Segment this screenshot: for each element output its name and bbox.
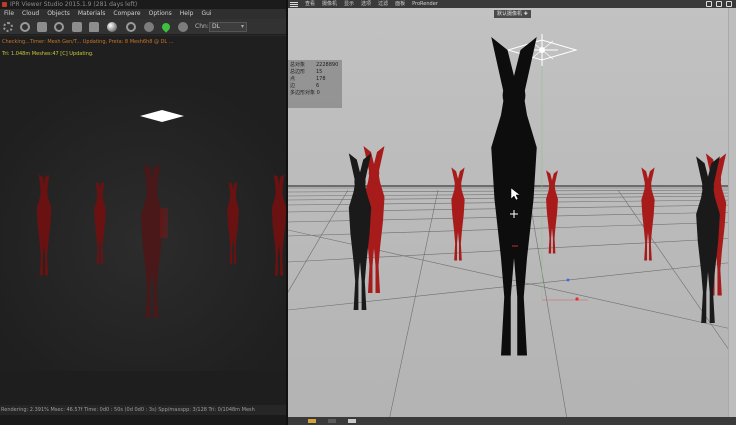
hud-row: 多边形对象 0 <box>290 90 320 96</box>
frame-icon[interactable] <box>348 419 356 423</box>
footer <box>0 415 286 425</box>
scene-info-hud: 总对象 2228890 总边形 15 点 178 边6 多边形对象 0 <box>288 60 342 108</box>
render-status-bar: Rendering: 2.391% Msec: 46.57f Time: 0d0… <box>0 405 286 415</box>
rotate-view-icon[interactable] <box>716 1 722 7</box>
vp-menu-display[interactable]: 显示 <box>344 0 354 8</box>
record-icon[interactable] <box>308 419 316 423</box>
vp-menu-view[interactable]: 查看 <box>305 0 315 8</box>
timeline-icon[interactable] <box>328 419 336 423</box>
camera-label[interactable]: 默认摄像机 ✚ <box>494 10 531 18</box>
menu-objects[interactable]: Objects <box>47 9 70 19</box>
menu-help[interactable]: Help <box>180 9 194 19</box>
clay-mode-icon[interactable] <box>178 22 188 32</box>
log-line: Checking...Timer: Mesh Gen/T... Updating… <box>2 39 174 45</box>
vp-menu-prorender[interactable]: ProRender <box>412 0 438 8</box>
log-line: Tri: 1.048m Meshes:47 [C] Updating. <box>2 51 94 57</box>
menu-options[interactable]: Options <box>149 9 172 19</box>
menu-file[interactable]: File <box>4 9 14 19</box>
settings-gear-icon[interactable] <box>3 22 13 32</box>
material-sphere-icon[interactable] <box>107 22 117 32</box>
window-title: IPR Viewer Studio 2015.1.9 (281 days lef… <box>10 1 138 8</box>
cinema4d-viewport[interactable]: 查看 摄像机 显示 选项 过滤 面板 ProRender 默认摄像机 ✚ 总对象… <box>288 0 736 425</box>
render-scene <box>0 88 286 371</box>
pick-pin-icon[interactable] <box>160 21 172 33</box>
menu-gui[interactable]: Gui <box>201 9 211 19</box>
viewport-nav-icons <box>706 1 732 7</box>
viewport-scene <box>288 0 736 425</box>
vp-menu-camera[interactable]: 摄像机 <box>322 0 337 8</box>
hud-row: 边6 <box>290 83 320 89</box>
lock-icon[interactable] <box>89 22 99 32</box>
stop-icon[interactable] <box>37 22 47 32</box>
toolbar: Chn: DL <box>0 19 286 35</box>
refresh-icon[interactable] <box>20 22 30 32</box>
move-view-icon[interactable] <box>706 1 712 7</box>
window-title-bar: IPR Viewer Studio 2015.1.9 (281 days lef… <box>0 0 286 9</box>
viewport-scrollbar[interactable] <box>728 8 736 417</box>
vp-menu-options[interactable]: 选项 <box>361 0 371 8</box>
menu-icon[interactable] <box>290 1 298 7</box>
log-panel: Checking...Timer: Mesh Gen/T... Updating… <box>0 36 286 88</box>
region-icon[interactable] <box>54 22 64 32</box>
viewport-bottom-bar <box>288 417 736 425</box>
channel-select[interactable]: DL <box>209 22 247 32</box>
menu-bar: File Cloud Objects Materials Compare Opt… <box>0 9 286 19</box>
screen: IPR Viewer Studio 2015.1.9 (281 days lef… <box>0 0 736 425</box>
channel-value: DL <box>212 23 220 30</box>
hud-row: 总边形 15 <box>290 69 323 75</box>
channel-label: Chn: <box>195 23 209 30</box>
menu-cloud[interactable]: Cloud <box>22 9 39 19</box>
vp-menu-panel[interactable]: 面板 <box>395 0 405 8</box>
vp-menu-filter[interactable]: 过滤 <box>378 0 388 8</box>
figure-arm <box>160 208 168 238</box>
hud-row: 点 178 <box>290 76 326 82</box>
app-icon <box>2 2 7 7</box>
menu-materials[interactable]: Materials <box>78 9 106 19</box>
hud-row: 总对象 2228890 <box>290 62 339 68</box>
save-icon[interactable] <box>72 22 82 32</box>
camera-icon[interactable] <box>144 22 154 32</box>
axis-handle[interactable] <box>575 297 579 301</box>
focus-icon[interactable] <box>126 22 136 32</box>
render-canvas[interactable] <box>0 88 286 371</box>
bottom-panel <box>0 371 286 405</box>
viewport-menu-bar: 查看 摄像机 显示 选项 过滤 面板 ProRender <box>288 0 736 8</box>
axis-handle[interactable] <box>566 278 570 282</box>
menu-compare[interactable]: Compare <box>113 9 140 19</box>
maximize-view-icon[interactable] <box>726 1 732 7</box>
ipr-viewer-window: IPR Viewer Studio 2015.1.9 (281 days lef… <box>0 0 286 425</box>
